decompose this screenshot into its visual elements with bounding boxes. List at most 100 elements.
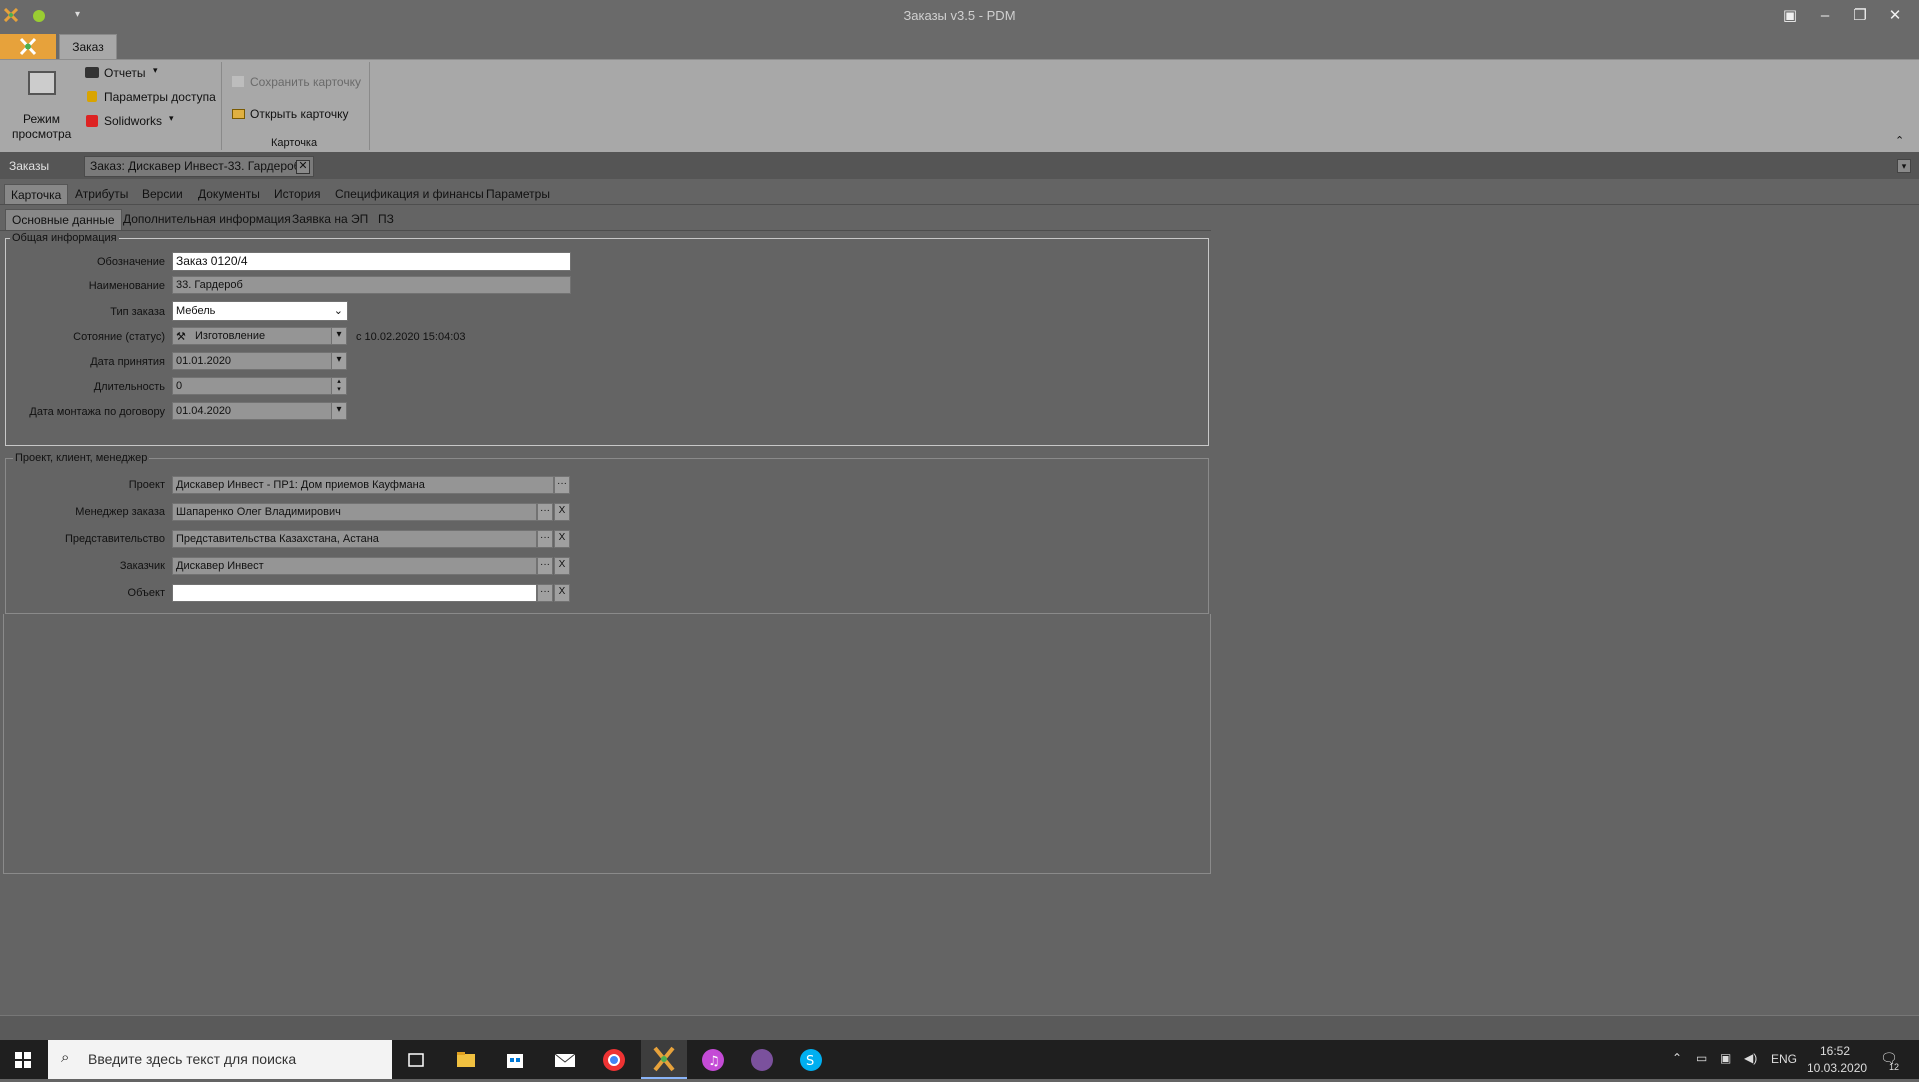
duration-field[interactable]: 0 [172,377,332,395]
card-panel-border [3,614,1211,874]
chrome-icon[interactable] [599,1045,629,1075]
tab-specification[interactable]: Спецификация и финансы [329,184,490,204]
lock-icon [87,91,97,102]
battery-icon[interactable]: ▭ [1696,1051,1707,1065]
taskbar: ⌕ Введите здесь текст для поиска ♫ S ⌃ ▭… [0,1040,1919,1079]
skype-icon[interactable]: S [796,1045,826,1075]
project-browse-button[interactable]: ··· [554,476,570,494]
office-browse-button[interactable]: ··· [537,530,553,548]
file-explorer-icon[interactable] [451,1045,481,1075]
app-menu-button[interactable] [0,34,56,59]
order-type-value: Мебель [176,305,216,317]
collapse-ribbon-icon[interactable]: ⌃ [1895,134,1904,147]
office-label: Представительство [64,533,165,545]
customer-browse-button[interactable]: ··· [537,557,553,575]
accept-date-dropdown-button[interactable]: ▾ [331,352,347,370]
svg-text:♫: ♫ [708,1054,720,1069]
customer-field[interactable]: Дискавер Инвест [172,557,537,575]
order-type-label: Тип заказа [110,306,165,318]
accept-date-label: Дата принятия [90,356,165,368]
hammer-icon: ⚒ [176,331,186,343]
designation-label: Обозначение [96,256,165,268]
ribbon-tab-zakaz[interactable]: Заказ [59,34,117,60]
status-dropdown-button[interactable]: ▾ [331,327,347,345]
customer-clear-button[interactable]: X [554,557,570,575]
project-group-title: Проект, клиент, менеджер [13,452,150,464]
clock-time[interactable]: 16:52 [1820,1044,1850,1058]
tab-attributes[interactable]: Атрибуты [69,184,134,204]
manager-browse-button[interactable]: ··· [537,503,553,521]
subtab-underline [0,230,1211,231]
object-field[interactable] [172,584,537,602]
duration-label: Длительность [93,381,165,393]
close-button[interactable]: ✕ [1880,4,1910,28]
ribbon: Режим просмотра Отчеты ▾ Параметры досту… [0,59,1919,152]
subtab-pz[interactable]: ПЗ [372,209,400,230]
subtab-main-data[interactable]: Основные данные [5,209,122,230]
tab-documents[interactable]: Документы [192,184,266,204]
duration-spinner[interactable]: ▴ ▾ [331,377,347,395]
view-mode-button[interactable]: Режим просмотра [8,68,76,144]
tab-versions[interactable]: Версии [136,184,189,204]
customer-label: Заказчик [119,560,165,572]
subtab-ep-request[interactable]: Заявка на ЭП [286,209,374,230]
language-indicator[interactable]: ENG [1771,1052,1797,1066]
close-tab-icon[interactable]: ✕ [296,160,310,174]
accept-date-field[interactable]: 01.01.2020 [172,352,332,370]
viber-icon[interactable] [747,1045,777,1075]
store-icon[interactable] [500,1045,530,1075]
designation-field[interactable]: Заказ 0120/4 [172,252,571,271]
minimize-button[interactable]: – [1810,4,1840,28]
save-card-label: Сохранить карточку [250,75,361,89]
document-tab-order[interactable]: Заказ: Дискавер Инвест-33. Гардероб ✕ [84,156,314,177]
notifications-count: 12 [1889,1062,1900,1072]
office-clear-button[interactable]: X [554,530,570,548]
tab-list-dropdown-icon[interactable]: ▾ [1897,159,1911,173]
tab-underline [0,204,1919,205]
project-field[interactable]: Дискавер Инвест - ПР1: Дом приемов Кауфм… [172,476,554,494]
task-view-icon[interactable] [401,1045,431,1075]
open-card-button[interactable]: Открыть карточку [232,106,362,124]
ribbon-tab-row [0,32,1919,59]
maximize-button[interactable]: ❐ [1845,4,1875,28]
manager-clear-button[interactable]: X [554,503,570,521]
root-tab-zakazy[interactable]: Заказы [9,159,49,173]
solidworks-button[interactable]: Solidworks ▾ [85,113,185,131]
tab-card[interactable]: Карточка [4,184,69,204]
manager-field[interactable]: Шапаренко Олег Владимирович [172,503,537,521]
tab-parameters[interactable]: Параметры [480,184,556,204]
view-mode-label-1: Режим [23,112,60,126]
mount-date-dropdown-button[interactable]: ▾ [331,402,347,420]
save-card-button[interactable]: Сохранить карточку [232,74,367,92]
document-tab-label: Заказ: Дискавер Инвест-33. Гардероб [90,159,301,173]
order-type-select[interactable]: Мебель ⌄ [172,301,348,321]
taskbar-active-app[interactable] [641,1040,687,1079]
restore-layout-icon[interactable]: ▣ [1775,4,1805,28]
mail-icon[interactable] [550,1045,580,1075]
access-params-label: Параметры доступа [104,90,216,104]
taskbar-search[interactable]: ⌕ Введите здесь текст для поиска [48,1040,392,1079]
music-icon[interactable]: ♫ [698,1045,728,1075]
pdm-app-icon [653,1046,675,1072]
access-params-button[interactable]: Параметры доступа [85,89,220,107]
mount-date-field[interactable]: 01.04.2020 [172,402,332,420]
object-clear-button[interactable]: X [554,584,570,602]
name-field[interactable]: 33. Гардероб [172,276,571,294]
windows-start-icon[interactable] [15,1052,31,1068]
search-icon: ⌕ [61,1049,70,1066]
reports-button[interactable]: Отчеты ▾ [85,65,165,83]
manager-label: Менеджер заказа [75,506,165,518]
volume-icon[interactable]: ◀) [1744,1051,1757,1065]
ribbon-separator [369,62,370,150]
mount-date-label: Дата монтажа по договору [29,406,165,418]
status-select[interactable]: ⚒ Изготовление [172,327,332,345]
object-browse-button[interactable]: ··· [537,584,553,602]
tray-chevron-icon[interactable]: ⌃ [1672,1051,1682,1065]
printer-icon [85,67,99,78]
clock-date[interactable]: 10.03.2020 [1807,1061,1867,1075]
reports-label: Отчеты [104,66,146,80]
subtab-additional-info[interactable]: Дополнительная информация [117,209,297,230]
network-icon[interactable]: ▣ [1720,1051,1731,1065]
office-field[interactable]: Представительства Казахстана, Астана [172,530,537,548]
tab-history[interactable]: История [268,184,327,204]
